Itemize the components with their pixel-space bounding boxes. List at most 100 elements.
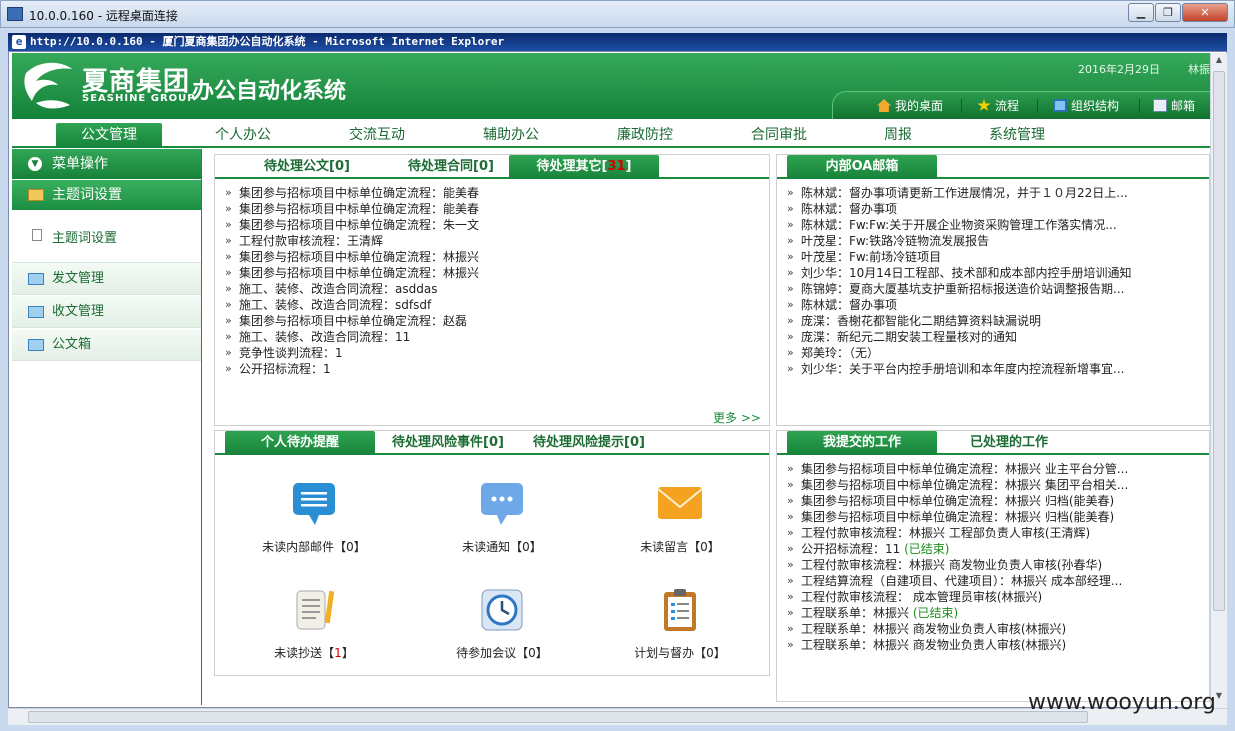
link-org-structure[interactable]: 组织结构: [1053, 98, 1119, 114]
list-item[interactable]: 陈林斌：督办事项: [787, 201, 1133, 217]
icon-label: 未读内部邮件【0】: [262, 540, 366, 554]
list-item[interactable]: 陈林斌：督办事项请更新工作进展情况，并于１０月22日上...: [787, 185, 1133, 201]
maximize-button[interactable]: ❐: [1155, 3, 1181, 22]
list-item[interactable]: 陈林斌：Fw:Fw:关于开展企业物资采购管理工作落实情况...: [787, 217, 1133, 233]
list-item[interactable]: 工程付款审核流程：王清辉: [225, 233, 761, 249]
list-item[interactable]: 庞渫：新纪元二期安装工程量核对的通知: [787, 329, 1133, 345]
list-item[interactable]: 施工、装修、改造合同流程：sdfsdf: [225, 297, 761, 313]
list-item[interactable]: 工程结算流程（自建项目、代建项目）：林振兴 成本部经理...: [787, 573, 1133, 589]
list-item[interactable]: 竞争性谈判流程：1: [225, 345, 761, 361]
tab-pending-contracts[interactable]: 待处理合同[0]: [379, 155, 523, 179]
list-item[interactable]: 集团参与招标项目中标单位确定流程：林振兴 业主平台分管...: [787, 461, 1133, 477]
notice-bubble-icon: [481, 483, 523, 525]
nav-document-mgmt[interactable]: 公文管理: [56, 123, 162, 148]
list-item[interactable]: 集团参与招标项目中标单位确定流程：能美春: [225, 201, 761, 217]
list-item[interactable]: 集团参与招标项目中标单位确定流程：林振兴 集团平台相关...: [787, 477, 1133, 493]
icon-label: 未读通知【0】: [462, 540, 542, 554]
list-item[interactable]: 集团参与招标项目中标单位确定流程：赵磊: [225, 313, 761, 329]
scroll-thumb[interactable]: [28, 711, 1088, 723]
vertical-scrollbar[interactable]: ▲ ▼: [1210, 53, 1227, 708]
list-item[interactable]: 工程联系单：林振兴 商发物业负责人审核(林振兴): [787, 621, 1133, 637]
list-item[interactable]: 陈锦婷：夏商大厦基坑支护重新招标报送造价站调整报告期...: [787, 281, 1133, 297]
list-item[interactable]: 工程联系单：林振兴 (已结束): [787, 605, 1133, 621]
sidebar-item-label: 发文管理: [52, 271, 105, 286]
sidebar-item-docbox[interactable]: 公文箱: [12, 329, 201, 361]
close-button[interactable]: ✕: [1182, 3, 1228, 22]
nav-aux-office[interactable]: 辅助办公: [456, 123, 566, 148]
unread-cc-item[interactable]: 未读抄送【1】: [239, 587, 389, 661]
nav-system-mgmt[interactable]: 系统管理: [962, 123, 1072, 148]
list-item[interactable]: 集团参与招标项目中标单位确定流程：能美春: [225, 185, 761, 201]
list-item[interactable]: 施工、装修、改造合同流程：asddas: [225, 281, 761, 297]
link-mailbox[interactable]: 邮箱: [1153, 98, 1195, 114]
list-item[interactable]: 工程付款审核流程：林振兴 工程部负责人审核(王清辉): [787, 525, 1133, 541]
list-item[interactable]: 集团参与招标项目中标单位确定流程：林振兴 归档(能美春): [787, 493, 1133, 509]
monitor-icon: [1053, 99, 1067, 112]
list-item[interactable]: 工程付款审核流程：林振兴 商发物业负责人审核(孙春华): [787, 557, 1133, 573]
item-text: 工程联系单：林振兴: [801, 606, 913, 620]
list-item[interactable]: 刘少华：10月14日工程部、技术部和成本部内控手册培训通知: [787, 265, 1133, 281]
sidebar-section-keywords[interactable]: 主题词设置: [12, 180, 201, 210]
list-item[interactable]: 工程付款审核流程： 成本管理员审核(林振兴): [787, 589, 1133, 605]
submitted-tabs: 我提交的工作 已处理的工作: [777, 431, 1209, 455]
link-label: 我的桌面: [895, 99, 944, 113]
item-text: 集团参与招标项目中标单位确定流程：林振兴 集团平台相关...: [801, 478, 1129, 492]
sidebar-item-incoming[interactable]: 收文管理: [12, 296, 201, 328]
mail-icon: [1153, 99, 1167, 112]
tab-my-submitted[interactable]: 我提交的工作: [787, 431, 937, 455]
nav-weekly-report[interactable]: 周报: [858, 123, 938, 148]
list-item[interactable]: 叶茂星：Fw:前场冷链项目: [787, 249, 1133, 265]
tab-pending-others[interactable]: 待处理其它[31]: [509, 155, 659, 179]
list-item[interactable]: 集团参与招标项目中标单位确定流程：林振兴: [225, 249, 761, 265]
tab-pending-docs[interactable]: 待处理公文[0]: [235, 155, 379, 179]
sidebar-menu-header[interactable]: ▼ 菜单操作: [12, 149, 201, 179]
scroll-up-icon[interactable]: ▲: [1213, 55, 1225, 69]
sidebar-sub-item-keywords[interactable]: 主题词设置: [52, 227, 117, 246]
list-item[interactable]: 公开招标流程：1: [225, 361, 761, 377]
list-item[interactable]: 刘少华：关于平台内控手册培训和本年度内控流程新增事宜...: [787, 361, 1133, 377]
list-item[interactable]: 集团参与招标项目中标单位确定流程：林振兴 归档(能美春): [787, 509, 1133, 525]
submitted-panel: 我提交的工作 已处理的工作 集团参与招标项目中标单位确定流程：林振兴 业主平台分…: [776, 430, 1210, 702]
tab-risk-events[interactable]: 待处理风险事件[0]: [385, 431, 511, 455]
icon-label: 未读留言【0】: [640, 540, 720, 554]
nav-integrity[interactable]: 廉政防控: [590, 123, 700, 148]
list-item[interactable]: 叶茂星：Fw:铁路冷链物流发展报告: [787, 233, 1133, 249]
sidebar-item-outgoing[interactable]: 发文管理: [12, 263, 201, 295]
tab-personal-reminders[interactable]: 个人待办提醒: [225, 431, 375, 455]
tab-risk-alerts[interactable]: 待处理风险提示[0]: [527, 431, 651, 455]
minimize-button[interactable]: ▁: [1128, 3, 1154, 22]
nav-communication[interactable]: 交流互动: [322, 123, 432, 148]
ie-icon: e: [12, 35, 26, 49]
tab-internal-mail[interactable]: 内部OA邮箱: [787, 155, 937, 179]
more-link[interactable]: 更多 >>: [713, 409, 761, 426]
scroll-thumb[interactable]: [1213, 71, 1225, 611]
list-item[interactable]: 郑美玲：（无）: [787, 345, 1133, 361]
star-icon: [977, 99, 991, 111]
nav-personal-office[interactable]: 个人办公: [188, 123, 298, 148]
list-item[interactable]: 集团参与招标项目中标单位确定流程：朱一文: [225, 217, 761, 233]
plan-supervise-item[interactable]: 计划与督办【0】: [605, 587, 755, 661]
unread-mail-item[interactable]: 未读内部邮件【0】: [239, 481, 389, 555]
home-icon: [877, 99, 891, 112]
link-my-desktop[interactable]: 我的桌面: [877, 98, 943, 114]
list-item[interactable]: 庞渫：香榭花都智能化二期结算资料缺漏说明: [787, 313, 1133, 329]
list-item[interactable]: 集团参与招标项目中标单位确定流程：林振兴: [225, 265, 761, 281]
item-text: 工程付款审核流程：林振兴 商发物业负责人审核(孙春华): [801, 558, 1103, 572]
unread-message-item[interactable]: 未读留言【0】: [605, 481, 755, 555]
unread-notice-item[interactable]: 未读通知【0】: [427, 481, 577, 555]
tab-processed[interactable]: 已处理的工作: [949, 431, 1069, 455]
list-item[interactable]: 工程联系单：林振兴 商发物业负责人审核(林振兴): [787, 637, 1133, 653]
status-finished: (已结束): [904, 542, 950, 556]
pending-list: 集团参与招标项目中标单位确定流程：能美春 集团参与招标项目中标单位确定流程：能美…: [225, 185, 761, 377]
list-item[interactable]: 公开招标流程：11 (已结束): [787, 541, 1133, 557]
divider: [961, 99, 962, 113]
list-item[interactable]: 陈林斌：督办事项: [787, 297, 1133, 313]
list-item[interactable]: 施工、装修、改造合同流程：11: [225, 329, 761, 345]
nav-contract-approval[interactable]: 合同审批: [724, 123, 834, 148]
item-text: 工程付款审核流程： 成本管理员审核(林振兴): [801, 590, 1043, 604]
link-flow[interactable]: 流程: [977, 98, 1019, 114]
label-part: 】: [341, 646, 354, 660]
pending-count: 31: [607, 159, 626, 174]
clipboard-icon: [664, 589, 696, 631]
meeting-item[interactable]: 待参加会议【0】: [427, 587, 577, 661]
